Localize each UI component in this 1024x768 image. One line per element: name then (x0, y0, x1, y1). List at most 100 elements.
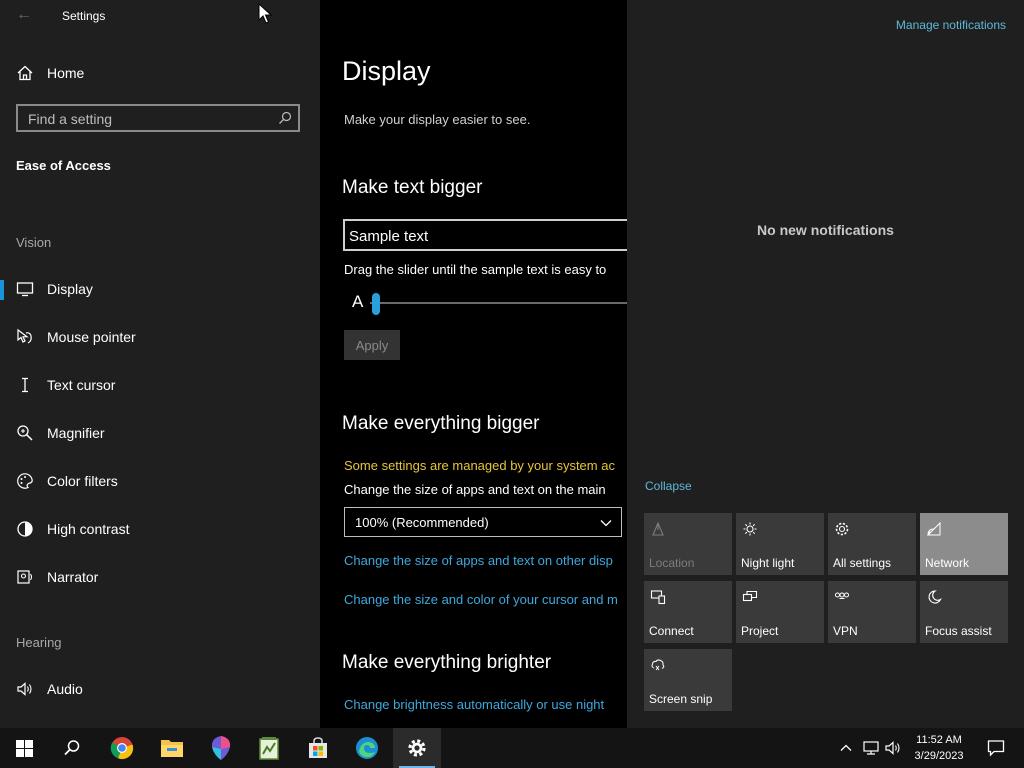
scale-instruction: Change the size of apps and text on the … (344, 482, 606, 497)
manage-notifications-link[interactable]: Manage notifications (896, 18, 1006, 32)
tray-volume-button[interactable] (884, 728, 904, 768)
sidebar-item-label: Color filters (47, 473, 118, 489)
sidebar-item-audio[interactable]: Audio (0, 671, 320, 707)
vpn-icon (835, 592, 849, 599)
home-nav-item[interactable]: Home (16, 62, 306, 84)
tile-connect[interactable]: Connect (644, 581, 732, 643)
project-icon (742, 590, 758, 602)
sidebar-item-label: Magnifier (47, 425, 105, 441)
network-icon (926, 521, 941, 536)
group-label-hearing: Hearing (16, 635, 62, 650)
search-input[interactable] (26, 109, 270, 129)
text-size-slider-thumb[interactable] (372, 293, 380, 315)
file-explorer-icon (161, 740, 183, 757)
location-icon (652, 521, 664, 536)
edge-icon (356, 737, 378, 759)
sidebar-item-label: Audio (47, 681, 83, 697)
sidebar-item-color-filters[interactable]: Color filters (0, 463, 320, 499)
taskbar-file-explorer[interactable] (148, 728, 196, 768)
tile-network[interactable]: Network (920, 513, 1008, 575)
tile-screen-snip[interactable]: Screen snip (644, 649, 732, 711)
start-icon (15, 739, 33, 757)
taskbar-clock[interactable]: 11:52 AM 3/29/2023 (905, 732, 973, 764)
tile-label: Network (925, 556, 970, 570)
tile-vpn[interactable]: VPN (828, 581, 916, 643)
taskbar-notepad[interactable] (245, 728, 293, 768)
taskbar-edge[interactable] (343, 728, 391, 768)
home-icon (17, 65, 33, 81)
taskbar-chrome[interactable] (98, 728, 146, 768)
taskbar-store[interactable] (294, 728, 342, 768)
managed-warning: Some settings are managed by your system… (344, 458, 615, 473)
heading-make-everything-bigger: Make everything bigger (342, 413, 540, 434)
clock-date: 3/29/2023 (914, 750, 964, 762)
connect-icon (650, 590, 666, 605)
link-brightness[interactable]: Change brightness automatically or use n… (344, 697, 604, 712)
action-center: Manage notifications No new notification… (627, 0, 1024, 728)
monitor-icon (16, 282, 34, 297)
sidebar-item-narrator[interactable]: Narrator (0, 559, 320, 595)
store-icon (309, 737, 327, 758)
taskbar-settings[interactable] (393, 728, 441, 768)
high-contrast-icon (17, 521, 33, 537)
chevron-up-icon (840, 744, 852, 751)
night-light-icon (743, 522, 757, 536)
sample-text: Sample text (349, 228, 429, 245)
tile-label: Location (649, 556, 695, 570)
group-label-vision: Vision (16, 235, 52, 250)
sidebar-item-label: High contrast (47, 521, 130, 537)
sidebar-item-magnifier[interactable]: Magnifier (0, 415, 320, 451)
sidebar-item-label: Text cursor (47, 377, 116, 393)
paint3d-icon (211, 736, 231, 760)
tile-project[interactable]: Project (736, 581, 824, 643)
start-button[interactable] (0, 728, 48, 768)
notepad-icon (259, 737, 279, 760)
display-page: Display Make your display easier to see.… (320, 0, 627, 728)
tile-label: Project (741, 624, 779, 638)
tile-label: Connect (649, 624, 694, 638)
slider-instruction: Drag the slider until the sample text is… (344, 262, 607, 277)
search-box[interactable] (16, 104, 300, 132)
action-center-button[interactable] (976, 728, 1016, 768)
home-label: Home (47, 65, 85, 81)
speaker-icon (885, 741, 900, 755)
speaker-icon (17, 682, 32, 696)
chevron-down-icon (600, 520, 612, 527)
tile-label: Night light (741, 556, 795, 570)
text-size-slider-track[interactable] (370, 302, 627, 304)
ethernet-icon (863, 741, 879, 755)
taskbar: 11:52 AM 3/29/2023 (0, 728, 1024, 768)
sidebar-item-high-contrast[interactable]: High contrast (0, 511, 320, 547)
heading-make-everything-brighter: Make everything brighter (342, 652, 552, 673)
heading-make-text-bigger: Make text bigger (342, 177, 483, 198)
scale-dropdown-value: 100% (Recommended) (355, 515, 489, 530)
collapse-link[interactable]: Collapse (645, 479, 692, 493)
notification-icon (987, 740, 1005, 757)
link-other-displays[interactable]: Change the size of apps and text on othe… (344, 553, 613, 568)
moon-icon (928, 590, 942, 604)
window-title: Settings (62, 9, 106, 23)
title-bar: ← Settings (0, 0, 320, 32)
tile-focus-assist[interactable]: Focus assist (920, 581, 1008, 643)
scale-dropdown[interactable]: 100% (Recommended) (344, 507, 622, 537)
show-hidden-icons-button[interactable] (836, 728, 856, 768)
tile-label: VPN (833, 624, 858, 638)
taskbar-search-button[interactable] (48, 728, 96, 768)
search-icon[interactable] (278, 111, 292, 125)
sidebar-item-mouse-pointer[interactable]: Mouse pointer (0, 319, 320, 355)
back-arrow-icon[interactable]: ← (16, 6, 32, 24)
sidebar-item-display[interactable]: Display (0, 271, 320, 307)
page-title: Display (342, 56, 431, 86)
link-cursor-size[interactable]: Change the size and color of your cursor… (344, 592, 618, 607)
screen-snip-icon (651, 659, 665, 671)
sidebar-item-text-cursor[interactable]: Text cursor (0, 367, 320, 403)
no-notifications-text: No new notifications (757, 222, 894, 238)
taskbar-paint3d[interactable] (197, 728, 245, 768)
apply-button[interactable]: Apply (344, 330, 400, 360)
sample-text-box: Sample text (343, 219, 627, 251)
section-title: Ease of Access (16, 158, 111, 173)
tray-network-button[interactable] (860, 728, 882, 768)
tile-night-light[interactable]: Night light (736, 513, 824, 575)
tile-all-settings[interactable]: All settings (828, 513, 916, 575)
tile-location[interactable]: Location (644, 513, 732, 575)
